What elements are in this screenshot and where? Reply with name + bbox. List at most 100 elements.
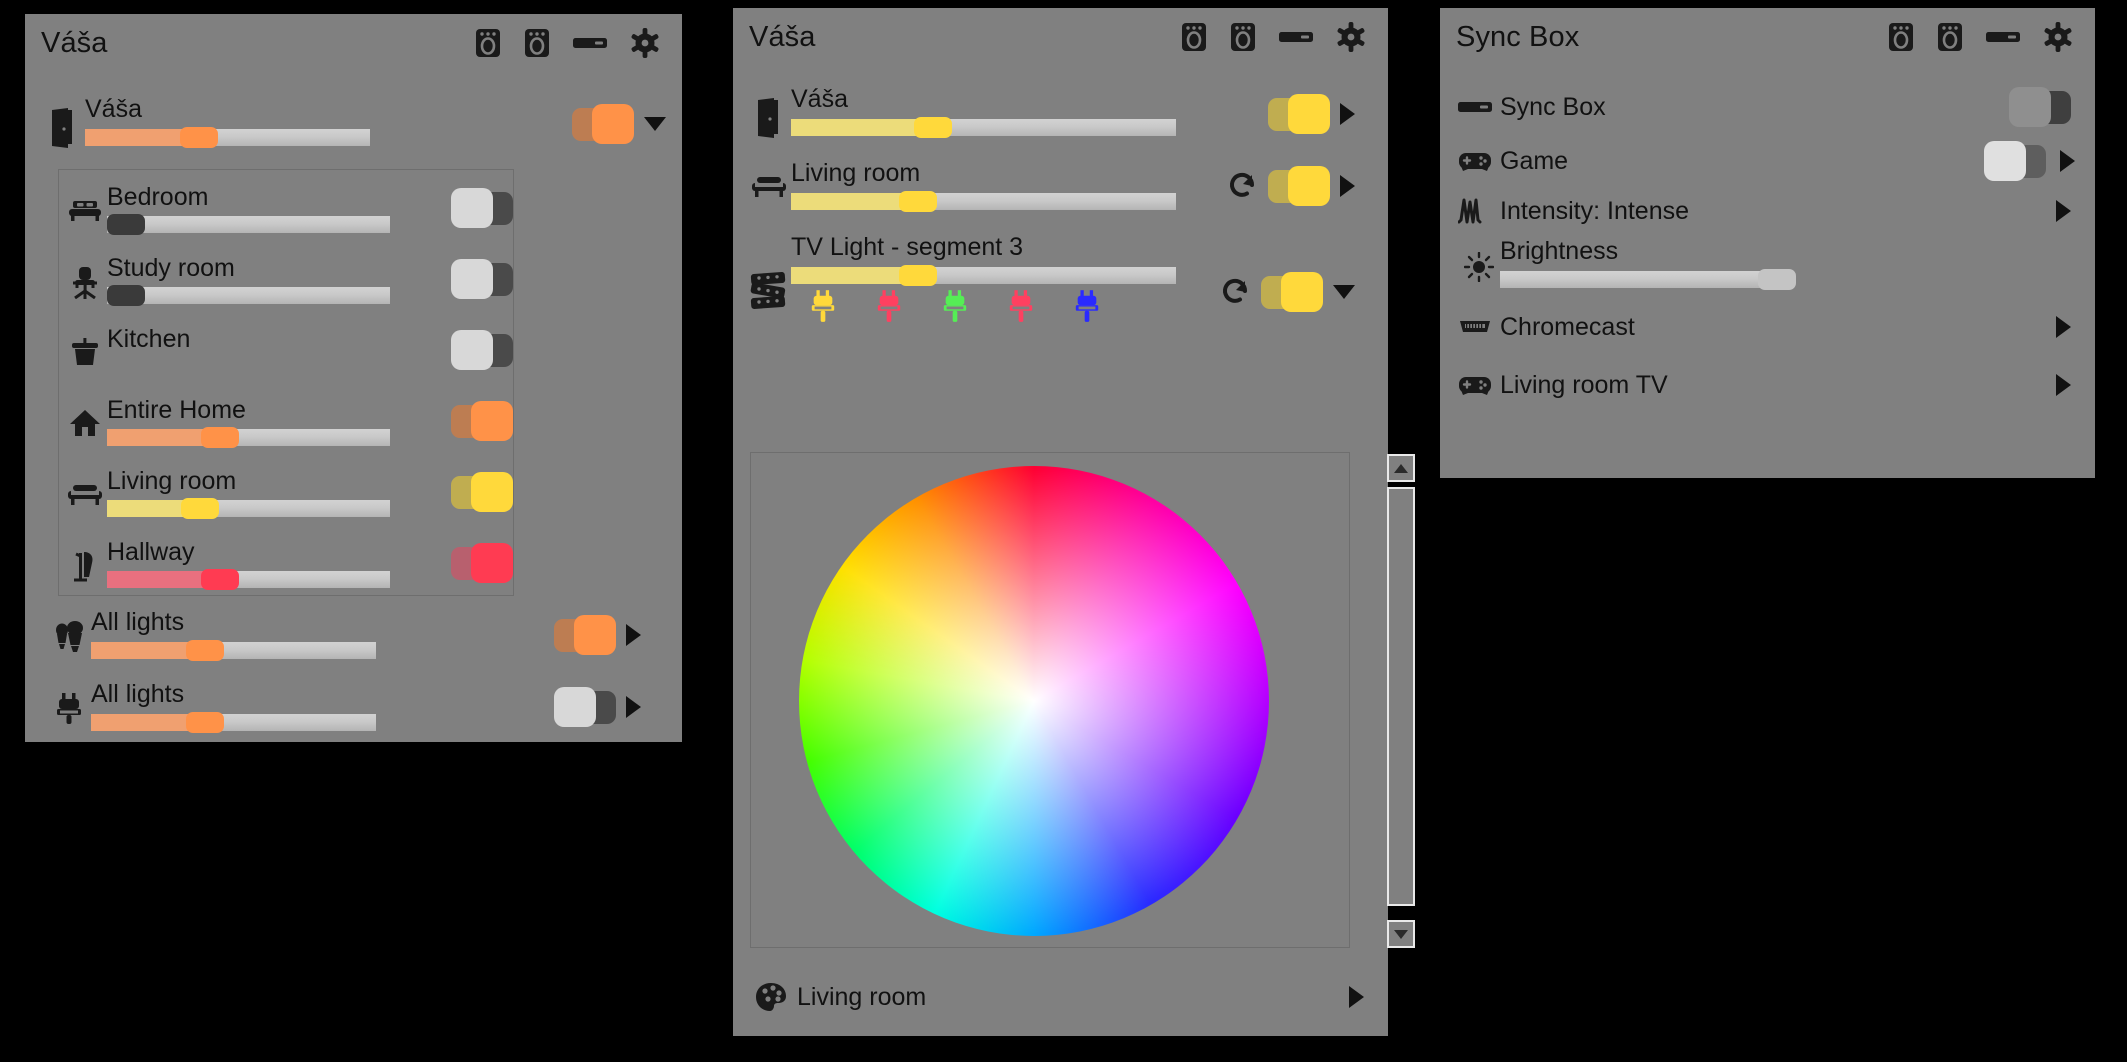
mode-row[interactable]: Game [1440,134,2095,188]
speaker-icon[interactable] [1888,22,1914,52]
speaker-icon[interactable] [524,28,550,58]
toggle-knob[interactable] [471,472,513,512]
toggle-knob[interactable] [451,330,493,370]
mode-toggle[interactable] [1984,141,2046,181]
brightness-slider[interactable] [1500,269,1797,291]
toggle-knob[interactable] [1288,94,1330,134]
brightness-slider[interactable] [791,265,1176,287]
device-row[interactable]: Living room TV [1440,356,2095,414]
slider-knob[interactable] [180,127,218,149]
chevron-right-icon[interactable] [1340,175,1355,197]
power-toggle[interactable] [451,330,513,370]
chevron-right-icon[interactable] [626,624,641,646]
gear-icon[interactable] [1336,22,1366,52]
toggle-knob[interactable] [1281,272,1323,312]
speaker-icon[interactable] [1230,22,1256,52]
chevron-right-icon[interactable] [626,696,641,718]
slider-knob[interactable] [107,214,145,236]
scene-row[interactable]: Living room [733,968,1388,1026]
vertical-scrollbar[interactable] [1387,454,1415,948]
light-row[interactable]: Living room [747,160,1377,234]
chevron-down-icon[interactable] [644,117,666,131]
room-row-main[interactable]: Váša [25,72,682,149]
segment-plug-icon[interactable] [1007,290,1035,324]
sync-box-icon[interactable] [1279,29,1313,45]
chevron-right-icon[interactable] [2056,200,2071,222]
sync-power-toggle[interactable] [2009,87,2071,127]
scrollbar-thumb[interactable] [1387,487,1415,906]
power-toggle[interactable] [451,472,513,512]
chevron-right-icon[interactable] [1349,986,1364,1008]
chevron-right-icon[interactable] [2060,150,2075,172]
brightness-slider[interactable] [107,569,390,591]
room-row[interactable]: Living room [63,468,513,539]
slider-knob[interactable] [914,117,953,139]
slider-knob[interactable] [181,498,220,520]
refresh-icon[interactable] [1221,277,1251,307]
room-row[interactable]: Bedroom [63,184,513,255]
brightness-slider[interactable] [791,117,1176,139]
speaker-icon[interactable] [1937,22,1963,52]
power-toggle[interactable] [554,615,616,655]
intensity-row[interactable]: Intensity: Intense [1440,188,2095,234]
room-row[interactable]: Kitchen [63,326,513,397]
color-wheel[interactable] [799,466,1269,936]
brightness-row[interactable]: Brightness [1440,234,2095,298]
sync-box-icon[interactable] [573,35,607,51]
power-toggle[interactable] [572,104,634,144]
toggle-knob[interactable] [471,401,513,441]
chevron-right-icon[interactable] [1340,103,1355,125]
slider-knob[interactable] [186,640,224,662]
refresh-icon[interactable] [1228,171,1258,201]
slider-knob[interactable] [1758,269,1797,291]
group-row[interactable]: All lights [47,681,667,753]
power-toggle[interactable] [451,188,513,228]
toggle-knob[interactable] [1288,166,1330,206]
toggle-knob[interactable] [451,259,493,299]
power-toggle[interactable] [1268,166,1330,206]
slider-knob[interactable] [107,285,145,307]
power-toggle[interactable] [1261,272,1323,312]
sync-box-icon[interactable] [1986,29,2020,45]
power-toggle[interactable] [451,259,513,299]
slider-knob[interactable] [201,569,240,591]
brightness-slider[interactable] [107,427,390,449]
slider-knob[interactable] [201,427,240,449]
power-toggle[interactable] [451,401,513,441]
toggle-knob[interactable] [471,543,513,583]
color-picker[interactable] [750,452,1350,948]
power-toggle[interactable] [451,543,513,583]
slider-knob[interactable] [899,265,938,287]
power-toggle[interactable] [1268,94,1330,134]
power-toggle[interactable] [554,687,616,727]
toggle-knob[interactable] [451,188,493,228]
segment-plug-icon[interactable] [809,290,837,324]
room-row[interactable]: Entire Home [63,397,513,468]
light-row[interactable]: Váša [747,86,1377,160]
source-row[interactable]: Chromecast [1440,298,2095,356]
chevron-right-icon[interactable] [2056,374,2071,396]
toggle-knob[interactable] [1984,141,2026,181]
slider-knob[interactable] [899,191,938,213]
gear-icon[interactable] [2043,22,2073,52]
toggle-knob[interactable] [2009,87,2051,127]
brightness-slider[interactable] [107,214,390,236]
sync-box-row[interactable]: Sync Box [1440,80,2095,134]
toggle-knob[interactable] [554,687,596,727]
group-row[interactable]: All lights [47,609,667,681]
toggle-knob[interactable] [574,615,616,655]
gear-icon[interactable] [630,28,660,58]
chevron-down-icon[interactable] [1333,285,1355,299]
brightness-slider[interactable] [85,127,370,149]
room-row[interactable]: Hallway [63,539,513,610]
brightness-slider[interactable] [91,640,376,662]
scroll-up-button[interactable] [1387,454,1415,482]
segment-plug-icon[interactable] [875,290,903,324]
brightness-slider[interactable] [791,191,1176,213]
brightness-slider[interactable] [107,498,390,520]
room-row[interactable]: Study room [63,255,513,326]
brightness-slider[interactable] [91,712,376,734]
scroll-down-button[interactable] [1387,920,1415,948]
segment-plug-icon[interactable] [1073,290,1101,324]
segment-plug-icon[interactable] [941,290,969,324]
